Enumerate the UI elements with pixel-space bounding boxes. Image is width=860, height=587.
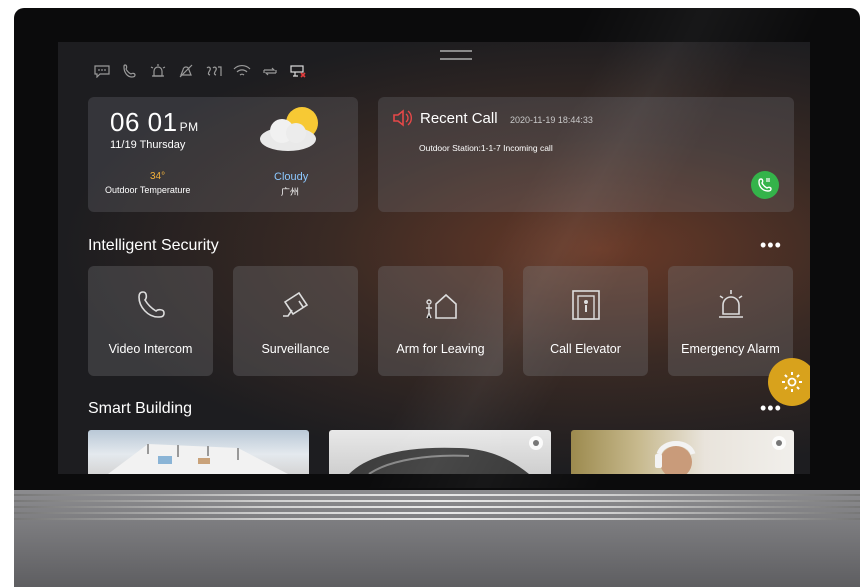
pull-down-handle[interactable] bbox=[440, 50, 472, 60]
gear-icon bbox=[782, 372, 802, 392]
sync-icon bbox=[263, 67, 277, 76]
weather-condition: Cloudy bbox=[274, 171, 309, 183]
clock-weather-card[interactable]: 06 01 PM 11/19 Thursday 34° Outdoor Tempe… bbox=[88, 97, 358, 212]
cctv-camera-icon bbox=[283, 291, 309, 317]
speaker-grille bbox=[14, 494, 860, 534]
intercom-device: 06 01 PM 11/19 Thursday 34° Outdoor Tempe… bbox=[14, 8, 860, 587]
smart-building-more-button[interactable]: ••• bbox=[760, 399, 782, 417]
phone-icon bbox=[758, 178, 772, 192]
vehicle-thumbnail[interactable] bbox=[329, 430, 551, 474]
handset-icon bbox=[138, 291, 165, 318]
call-elevator-label: Call Elevator bbox=[550, 342, 621, 356]
elevator-icon bbox=[572, 290, 600, 320]
clock-date: 11/19 Thursday bbox=[110, 139, 186, 151]
clock-ampm: PM bbox=[179, 120, 199, 134]
speaker-icon bbox=[393, 109, 412, 127]
screen: 06 01 PM 11/19 Thursday 34° Outdoor Tempe… bbox=[58, 42, 810, 474]
call-elevator-tile[interactable]: Call Elevator bbox=[523, 266, 648, 376]
weather-city: 广州 bbox=[281, 187, 300, 197]
wifi-icon bbox=[233, 65, 251, 76]
floor-plan-image bbox=[108, 444, 288, 474]
person-headphones-image bbox=[655, 441, 696, 474]
car-image bbox=[349, 447, 529, 474]
cloudy-weather-icon bbox=[260, 107, 318, 151]
message-icon bbox=[94, 65, 110, 78]
surveillance-tile[interactable]: Surveillance bbox=[233, 266, 358, 376]
security-more-button[interactable]: ••• bbox=[760, 236, 782, 254]
outdoor-temperature-label: Outdoor Temperature bbox=[105, 185, 191, 195]
call-back-button[interactable] bbox=[751, 171, 779, 199]
recent-call-detail: Outdoor Station:1-1-7 Incoming call bbox=[419, 143, 553, 153]
video-intercom-label: Video Intercom bbox=[108, 342, 193, 356]
person-leaving-home-icon bbox=[426, 293, 457, 319]
status-bar bbox=[93, 64, 307, 78]
arm-for-leaving-label: Arm for Leaving bbox=[396, 342, 485, 356]
outdoor-temperature-value: 34° bbox=[150, 171, 166, 182]
recent-call-title: Recent Call bbox=[420, 110, 498, 127]
recent-call-card[interactable]: Recent Call 2020-11-19 18:44:33 Outdoor … bbox=[378, 97, 794, 212]
emergency-alarm-tile[interactable]: Emergency Alarm bbox=[668, 266, 793, 376]
emergency-light-icon bbox=[719, 290, 743, 318]
arm-for-leaving-tile[interactable]: Arm for Leaving bbox=[378, 266, 503, 376]
thumbnail-badge bbox=[772, 436, 786, 450]
video-intercom-tile[interactable]: Video Intercom bbox=[88, 266, 213, 376]
camera-offline-icon bbox=[290, 65, 306, 78]
recent-call-timestamp: 2020-11-19 18:44:33 bbox=[510, 115, 593, 125]
clock-time: 06 01 PM bbox=[110, 107, 199, 137]
alarm-icon bbox=[150, 64, 166, 77]
intelligent-security-title: Intelligent Security bbox=[88, 237, 219, 254]
phone-icon bbox=[123, 64, 136, 78]
building-plan-thumbnail[interactable] bbox=[88, 430, 309, 474]
connection-icon bbox=[206, 66, 222, 76]
smart-building-title: Smart Building bbox=[88, 400, 193, 417]
mute-icon bbox=[179, 64, 193, 78]
thumbnail-badge bbox=[529, 436, 543, 450]
person-thumbnail[interactable] bbox=[571, 430, 794, 474]
emergency-alarm-label: Emergency Alarm bbox=[681, 342, 780, 356]
surveillance-label: Surveillance bbox=[261, 342, 330, 356]
